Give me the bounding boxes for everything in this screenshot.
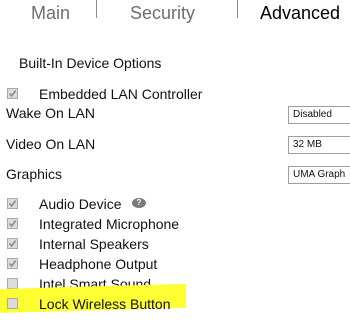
option-embedded-lan[interactable]: Embedded LAN Controller — [0, 86, 350, 104]
audio-device-label: Audio Device — [39, 196, 122, 212]
checkmark-icon — [8, 260, 17, 268]
intel-smart-sound-checkbox[interactable] — [7, 278, 18, 289]
option-integrated-microphone[interactable]: Integrated Microphone — [0, 216, 350, 234]
option-lock-wireless-button[interactable]: Lock Wireless Button — [0, 296, 350, 314]
checkmark-icon — [8, 220, 17, 228]
lock-wireless-button-label: Lock Wireless Button — [39, 296, 171, 312]
headphone-output-checkbox[interactable] — [7, 258, 18, 269]
wake-on-lan-label: Wake On LAN — [6, 105, 95, 121]
video-on-lan-select[interactable]: 32 MB — [288, 136, 350, 154]
embedded-lan-checkbox[interactable] — [7, 88, 18, 99]
tab-advanced[interactable]: Advanced — [260, 3, 340, 24]
audio-device-checkbox[interactable] — [7, 198, 18, 209]
wake-on-lan-select[interactable]: Disabled — [288, 106, 350, 124]
video-on-lan-label: Video On LAN — [6, 136, 96, 152]
integrated-microphone-label: Integrated Microphone — [39, 216, 180, 232]
help-icon[interactable]: ? — [132, 198, 146, 208]
embedded-lan-label: Embedded LAN Controller — [39, 86, 203, 102]
tab-divider — [237, 0, 238, 18]
integrated-microphone-checkbox[interactable] — [7, 218, 18, 229]
internal-speakers-label: Internal Speakers — [39, 236, 149, 252]
internal-speakers-checkbox[interactable] — [7, 238, 18, 249]
tab-divider — [96, 0, 97, 18]
checkmark-icon — [8, 90, 17, 98]
checkmark-icon — [8, 200, 17, 208]
headphone-output-label: Headphone Output — [39, 256, 158, 272]
tab-main[interactable]: Main — [31, 3, 70, 24]
lock-wireless-button-checkbox[interactable] — [7, 298, 18, 309]
tab-bar: Main Security Advanced — [0, 0, 350, 30]
checkmark-icon — [8, 240, 17, 248]
graphics-label: Graphics — [6, 166, 63, 182]
graphics-select[interactable]: UMA Graph — [288, 166, 350, 184]
option-internal-speakers[interactable]: Internal Speakers — [0, 236, 350, 254]
option-audio-device[interactable]: Audio Device ? — [0, 196, 350, 214]
tab-security[interactable]: Security — [130, 3, 195, 24]
section-title: Built-In Device Options — [19, 55, 162, 71]
option-headphone-output[interactable]: Headphone Output — [0, 256, 350, 274]
